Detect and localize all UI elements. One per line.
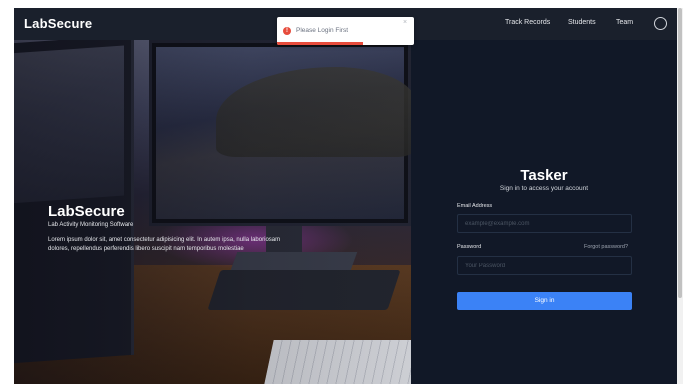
scrollbar-thumb[interactable] xyxy=(678,8,682,298)
nav-link-team[interactable]: Team xyxy=(616,19,633,26)
hero-description: Lorem ipsum dolor sit, amet consectetur … xyxy=(48,237,281,252)
close-icon[interactable]: × xyxy=(403,19,407,26)
hero-title: LabSecure xyxy=(48,203,125,220)
nav-link-students[interactable]: Students xyxy=(568,19,596,26)
forgot-password-link[interactable]: Forgot password? xyxy=(584,244,628,250)
navbar-brand[interactable]: LabSecure xyxy=(24,16,92,31)
password-field[interactable] xyxy=(457,256,632,275)
email-label: Email Address xyxy=(457,203,493,209)
error-toast: ! Please Login First × xyxy=(277,17,414,45)
password-label: Password xyxy=(457,244,482,250)
email-field[interactable] xyxy=(457,214,632,233)
toast-progress-bar xyxy=(277,42,363,45)
login-subtitle: Sign in to access your account xyxy=(499,185,589,192)
hero-tagline: Lab Activity Monitoring Software xyxy=(48,222,134,228)
page-scrollbar[interactable] xyxy=(677,8,683,384)
error-icon: ! xyxy=(283,27,291,35)
sign-in-button[interactable]: Sign in xyxy=(457,292,632,310)
login-panel: Tasker Sign in to access your account Em… xyxy=(411,40,677,384)
hero-image: LabSecure Lab Activity Monitoring Softwa… xyxy=(14,40,411,384)
nav-link-track-records[interactable]: Track Records xyxy=(505,19,550,26)
toast-message: Please Login First xyxy=(296,27,349,34)
user-avatar-icon[interactable] xyxy=(654,17,667,30)
app-window: LabSecure Track Records Students Team La… xyxy=(14,8,677,384)
login-title: Tasker xyxy=(520,167,568,184)
